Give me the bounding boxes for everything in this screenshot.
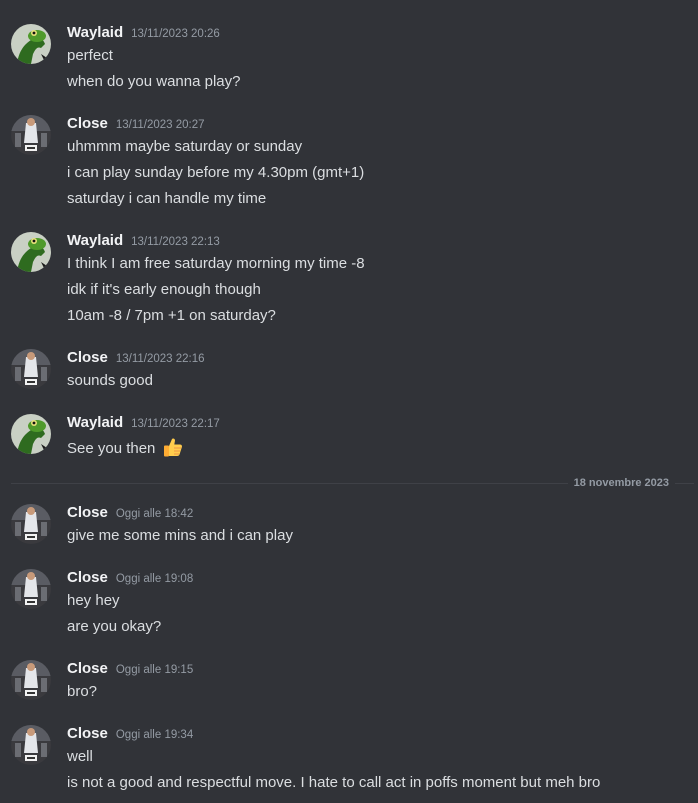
timestamp[interactable]: Oggi alle 18:42 bbox=[116, 508, 193, 520]
timestamp[interactable]: 13/11/2023 20:27 bbox=[116, 119, 205, 131]
avatar-waylaid[interactable] bbox=[11, 232, 51, 272]
avatar-waylaid[interactable] bbox=[11, 24, 51, 64]
username[interactable]: Close bbox=[67, 115, 108, 132]
avatar-close[interactable] bbox=[11, 504, 51, 544]
avatar-close[interactable] bbox=[11, 569, 51, 609]
message-text-content: See you then bbox=[67, 440, 156, 457]
timestamp[interactable]: 13/11/2023 22:17 bbox=[131, 418, 220, 430]
message-text: 10am -8 / 7pm +1 on saturday? bbox=[67, 307, 276, 324]
avatar-close[interactable] bbox=[11, 660, 51, 700]
message-text: uhmmm maybe saturday or sunday bbox=[67, 138, 303, 155]
message-header: Close 13/11/2023 22:16 bbox=[67, 349, 205, 369]
username[interactable]: Waylaid bbox=[67, 414, 123, 431]
username[interactable]: Close bbox=[67, 349, 108, 366]
avatar-close[interactable] bbox=[11, 725, 51, 765]
message-text: bro? bbox=[67, 683, 98, 700]
message-text: is not a good and respectful move. I hat… bbox=[67, 774, 601, 791]
username[interactable]: Waylaid bbox=[67, 232, 123, 249]
message-header: Waylaid 13/11/2023 22:17 bbox=[67, 414, 220, 434]
username[interactable]: Close bbox=[67, 725, 108, 742]
avatar-close[interactable] bbox=[11, 115, 51, 155]
message-text: perfect bbox=[67, 47, 113, 64]
message-text: idk if it's early enough though bbox=[67, 281, 261, 298]
message-text: well bbox=[67, 748, 93, 765]
message-text: i can play sunday before my 4.30pm (gmt+… bbox=[67, 164, 365, 181]
date-divider-label: 18 novembre 2023 bbox=[567, 476, 675, 490]
timestamp[interactable]: 13/11/2023 22:13 bbox=[131, 236, 220, 248]
message-header: Waylaid 13/11/2023 20:26 bbox=[67, 24, 220, 44]
message-text: hey hey bbox=[67, 592, 120, 609]
message-header: Close Oggi alle 19:15 bbox=[67, 660, 193, 680]
timestamp[interactable]: 13/11/2023 20:26 bbox=[131, 28, 220, 40]
avatar-waylaid[interactable] bbox=[11, 414, 51, 454]
message-header: Close Oggi alle 19:34 bbox=[67, 725, 193, 745]
username[interactable]: Close bbox=[67, 569, 108, 586]
timestamp[interactable]: Oggi alle 19:08 bbox=[116, 573, 193, 585]
timestamp[interactable]: 13/11/2023 22:16 bbox=[116, 353, 205, 365]
timestamp[interactable]: Oggi alle 19:34 bbox=[116, 729, 193, 741]
message-header: Close 13/11/2023 20:27 bbox=[67, 115, 205, 135]
username[interactable]: Close bbox=[67, 504, 108, 521]
chat-message-list: Waylaid 13/11/2023 20:26 perfect when do… bbox=[0, 0, 698, 803]
message-text: when do you wanna play? bbox=[67, 73, 241, 90]
message-text: are you okay? bbox=[67, 618, 162, 635]
avatar-close[interactable] bbox=[11, 349, 51, 389]
thumbs-up-icon[interactable] bbox=[162, 436, 184, 464]
message-text: sounds good bbox=[67, 372, 153, 389]
timestamp[interactable]: Oggi alle 19:15 bbox=[116, 664, 193, 676]
message-header: Waylaid 13/11/2023 22:13 bbox=[67, 232, 220, 252]
message-text: See you then bbox=[67, 436, 184, 457]
message-header: Close Oggi alle 18:42 bbox=[67, 504, 193, 524]
username[interactable]: Close bbox=[67, 660, 108, 677]
message-text: saturday i can handle my time bbox=[67, 190, 267, 207]
username[interactable]: Waylaid bbox=[67, 24, 123, 41]
message-text: I think I am free saturday morning my ti… bbox=[67, 255, 365, 272]
message-text: give me some mins and i can play bbox=[67, 527, 293, 544]
message-header: Close Oggi alle 19:08 bbox=[67, 569, 193, 589]
